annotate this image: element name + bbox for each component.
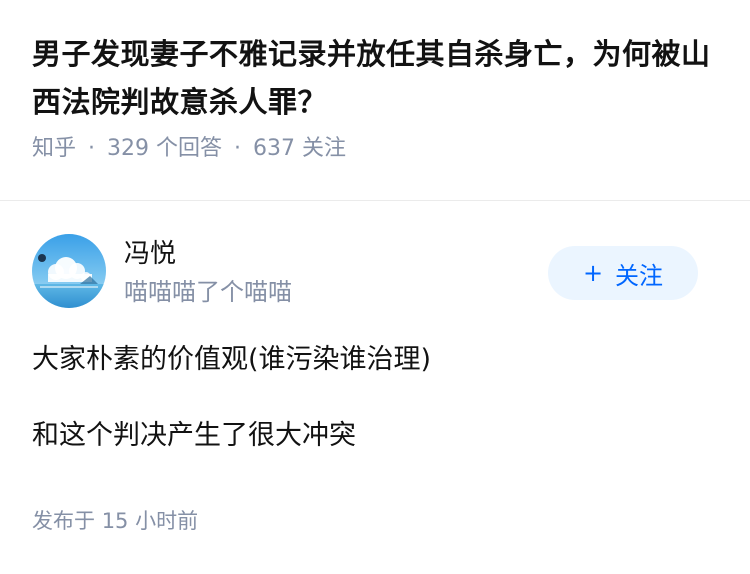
answer-count-value: 329 [107,136,150,161]
answer-content: 大家朴素的价值观(谁污染谁治理) 和这个判决产生了很大冲突 [32,340,722,456]
answer-paragraph: 大家朴素的价值观(谁污染谁治理) [32,344,432,375]
separator-dot: · [88,136,96,161]
answer-count[interactable]: 329 个回答 [107,136,222,161]
answer-count-label: 个回答 [156,136,223,161]
avatar-sky-ocean-image [32,234,106,308]
plus-icon: + [582,259,604,287]
answer-paragraph: 和这个判决产生了很大冲突 [32,420,356,451]
author-info: 冯悦 喵喵喵了个喵喵 + 关注 [32,234,698,310]
question-meta: 知乎 · 329 个回答 · 637 关注 [32,134,722,164]
publish-value: 15 [101,509,129,533]
follower-count[interactable]: 637 关注 [253,136,346,161]
separator-dot: · [234,136,242,161]
source-label[interactable]: 知乎 [32,136,76,161]
follow-button-label: 关注 [615,261,664,290]
follower-count-label: 关注 [302,136,347,161]
question-header: 男子发现妻子不雅记录并放任其自杀身亡，为何被山西法院判故意杀人罪？ 知乎 · 329… [32,30,722,164]
publish-time: 发布于 15 小时前 [32,506,198,536]
author-bio: 喵喵喵了个喵喵 [124,278,292,306]
question-title[interactable]: 男子发现妻子不雅记录并放任其自杀身亡，为何被山西法院判故意杀人罪？ [32,30,722,126]
follow-button[interactable]: + 关注 [548,246,698,300]
author-avatar[interactable] [32,234,106,308]
follower-count-value: 637 [253,136,296,161]
publish-prefix: 发布于 [32,509,95,533]
author-name[interactable]: 冯悦 [124,236,176,272]
publish-suffix: 小时前 [135,509,199,533]
section-divider [0,200,750,201]
